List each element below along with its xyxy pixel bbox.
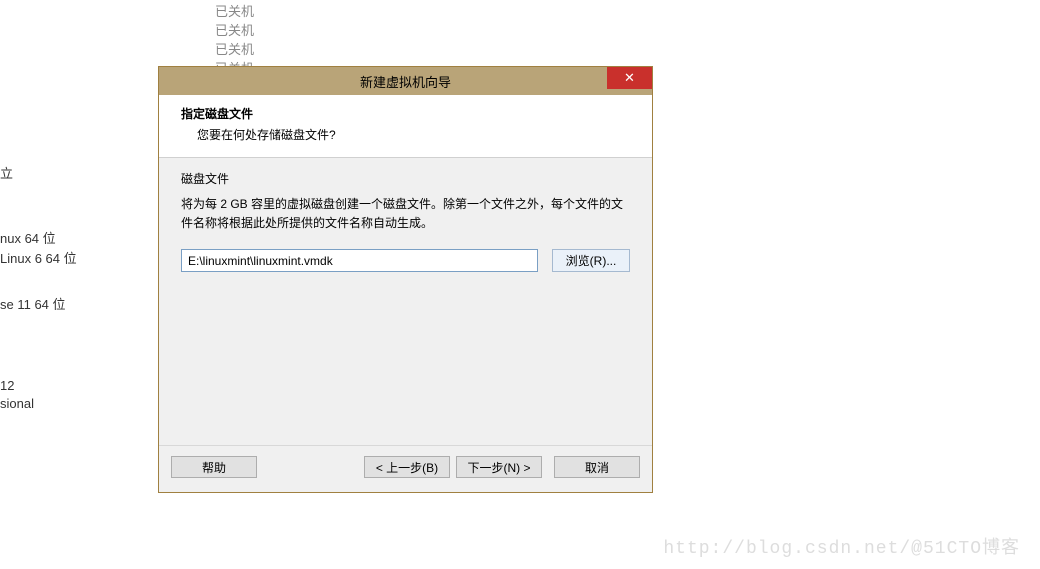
disk-file-label: 磁盘文件 bbox=[181, 170, 630, 187]
vm-list-item: Linux 6 64 位 bbox=[0, 248, 77, 267]
dialog-title: 新建虚拟机向导 bbox=[360, 72, 451, 91]
vm-list-item: 12 bbox=[0, 378, 14, 393]
wizard-step-title: 指定磁盘文件 bbox=[175, 105, 636, 122]
close-button[interactable]: ✕ bbox=[607, 67, 652, 89]
wizard-footer: 帮助 < 上一步(B) 下一步(N) > 取消 bbox=[159, 445, 652, 492]
disk-path-input[interactable] bbox=[181, 249, 538, 272]
next-button[interactable]: 下一步(N) > bbox=[456, 456, 542, 478]
vm-status-row: 已关机 bbox=[215, 1, 254, 20]
titlebar[interactable]: 新建虚拟机向导 ✕ bbox=[159, 67, 652, 95]
vm-list-item: nux 64 位 bbox=[0, 228, 56, 247]
cancel-button[interactable]: 取消 bbox=[554, 456, 640, 478]
new-vm-wizard-dialog: 新建虚拟机向导 ✕ 指定磁盘文件 您要在何处存储磁盘文件? 磁盘文件 将为每 2… bbox=[158, 66, 653, 493]
vm-list-item: se 11 64 位 bbox=[0, 294, 66, 313]
close-icon: ✕ bbox=[624, 70, 635, 86]
vm-status-row: 已关机 bbox=[215, 20, 254, 39]
nav-buttons: < 上一步(B) 下一步(N) > 取消 bbox=[364, 456, 640, 478]
path-input-row: 浏览(R)... bbox=[181, 249, 630, 272]
wizard-step-subtitle: 您要在何处存储磁盘文件? bbox=[175, 126, 636, 143]
vm-status-row: 已关机 bbox=[215, 39, 254, 58]
watermark: http://blog.csdn.net/@51CTO博客 bbox=[663, 533, 1020, 559]
help-button[interactable]: 帮助 bbox=[171, 456, 257, 478]
left-fragment: 立 bbox=[0, 163, 13, 182]
browse-button[interactable]: 浏览(R)... bbox=[552, 249, 630, 272]
back-button[interactable]: < 上一步(B) bbox=[364, 456, 450, 478]
disk-file-description: 将为每 2 GB 容里的虚拟磁盘创建一个磁盘文件。除第一个文件之外，每个文件的文… bbox=[181, 195, 630, 233]
vm-list-item: sional bbox=[0, 396, 34, 411]
wizard-content: 磁盘文件 将为每 2 GB 容里的虚拟磁盘创建一个磁盘文件。除第一个文件之外，每… bbox=[159, 158, 652, 284]
wizard-header: 指定磁盘文件 您要在何处存储磁盘文件? bbox=[159, 95, 652, 158]
